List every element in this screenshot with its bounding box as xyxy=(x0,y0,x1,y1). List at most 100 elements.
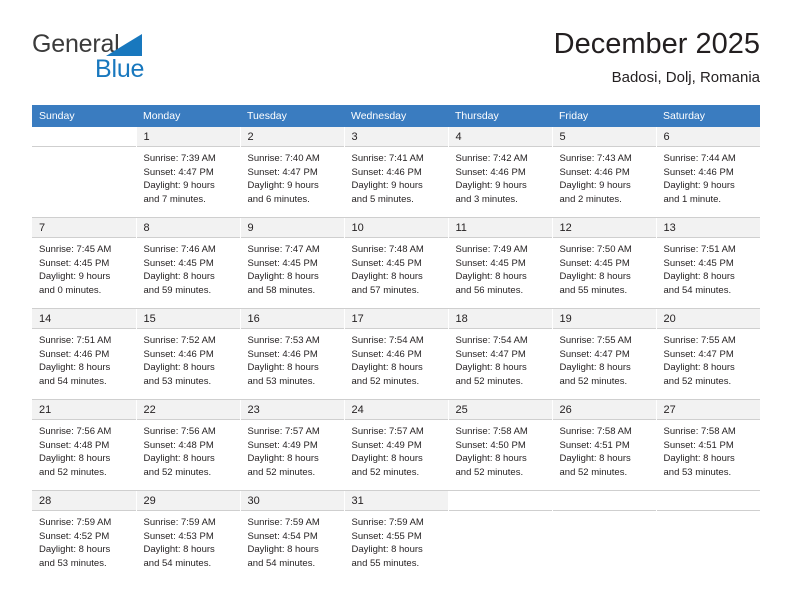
calendar-day-cell[interactable]: 4 Sunrise: 7:42 AM Sunset: 4:46 PM Daylight… xyxy=(448,127,553,217)
day-cell-details xyxy=(552,510,656,516)
sunset-time: Sunset: 4:47 PM xyxy=(247,166,318,178)
sunset-time: Sunset: 4:52 PM xyxy=(39,530,110,542)
calendar-day-cell[interactable]: 24 Sunrise: 7:57 AM Sunset: 4:49 PM Dayligh… xyxy=(344,400,449,490)
sunrise-time: Sunrise: 7:43 AM xyxy=(559,153,632,164)
calendar-day-cell[interactable]: 15 Sunrise: 7:52 AM Sunset: 4:46 PM Dayligh… xyxy=(136,309,241,399)
calendar-day-cell[interactable]: 27 Sunrise: 7:58 AM Sunset: 4:51 PM Dayligh… xyxy=(656,400,760,490)
day-number: 6 xyxy=(656,127,760,146)
day-number: 2 xyxy=(240,127,344,146)
calendar-day-cell[interactable]: 1 Sunrise: 7:39 AM Sunset: 4:47 PM Daylight… xyxy=(136,127,241,217)
day-number: 17 xyxy=(344,309,448,328)
calendar-day-cell[interactable]: 11 Sunrise: 7:49 AM Sunset: 4:45 PM Dayligh… xyxy=(448,218,553,308)
calendar-day-cell[interactable]: 21 Sunrise: 7:56 AM Sunset: 4:48 PM Dayligh… xyxy=(32,400,137,490)
sunrise-time: Sunrise: 7:55 AM xyxy=(663,335,736,346)
weekday-header-sunday: Sunday xyxy=(32,105,136,127)
weekday-header-tuesday: Tuesday xyxy=(240,105,344,127)
day-cell-details: Sunrise: 7:57 AM Sunset: 4:49 PM Daylight:… xyxy=(344,419,448,479)
sunrise-time: Sunrise: 7:58 AM xyxy=(559,426,632,437)
calendar-header-row: Sunday Monday Tuesday Wednesday Thursday… xyxy=(32,105,760,127)
calendar-day-cell-empty xyxy=(448,491,553,581)
title-block: December 2025 Badosi, Dolj, Romania xyxy=(554,26,760,88)
daylight-duration-line2: and 52 minutes. xyxy=(455,375,524,387)
calendar-day-cell[interactable]: 29 Sunrise: 7:59 AM Sunset: 4:53 PM Dayligh… xyxy=(136,491,241,581)
calendar-day-cell[interactable]: 25 Sunrise: 7:58 AM Sunset: 4:50 PM Dayligh… xyxy=(448,400,553,490)
calendar-day-cell[interactable]: 16 Sunrise: 7:53 AM Sunset: 4:46 PM Dayligh… xyxy=(240,309,345,399)
daylight-duration-line1: Daylight: 8 hours xyxy=(143,544,215,556)
day-cell-details: Sunrise: 7:58 AM Sunset: 4:51 PM Daylight:… xyxy=(552,419,656,479)
sunset-time: Sunset: 4:45 PM xyxy=(247,257,318,269)
sunset-time: Sunset: 4:49 PM xyxy=(351,439,422,451)
sunrise-time: Sunrise: 7:47 AM xyxy=(247,244,320,255)
day-cell-details xyxy=(448,510,552,516)
calendar-day-cell[interactable]: 5 Sunrise: 7:43 AM Sunset: 4:46 PM Daylight… xyxy=(552,127,657,217)
daylight-duration-line1: Daylight: 9 hours xyxy=(247,180,319,192)
day-cell-details: Sunrise: 7:55 AM Sunset: 4:47 PM Daylight:… xyxy=(552,328,656,388)
sunrise-time: Sunrise: 7:59 AM xyxy=(39,517,112,528)
day-cell-details: Sunrise: 7:40 AM Sunset: 4:47 PM Daylight:… xyxy=(240,146,344,206)
daylight-duration-line1: Daylight: 8 hours xyxy=(663,271,735,283)
daylight-duration-line2: and 53 minutes. xyxy=(39,557,107,569)
daylight-duration-line2: and 52 minutes. xyxy=(143,466,212,478)
calendar-day-cell[interactable]: 14 Sunrise: 7:51 AM Sunset: 4:46 PM Dayligh… xyxy=(32,309,137,399)
calendar-day-cell[interactable]: 10 Sunrise: 7:48 AM Sunset: 4:45 PM Dayligh… xyxy=(344,218,449,308)
day-number: 10 xyxy=(344,218,448,237)
calendar-day-cell[interactable]: 3 Sunrise: 7:41 AM Sunset: 4:46 PM Daylight… xyxy=(344,127,449,217)
daylight-duration-line1: Daylight: 8 hours xyxy=(39,544,111,556)
daylight-duration-line1: Daylight: 9 hours xyxy=(351,180,423,192)
calendar-week-row: 1 Sunrise: 7:39 AM Sunset: 4:47 PM Daylight… xyxy=(32,127,760,217)
sunrise-time: Sunrise: 7:57 AM xyxy=(247,426,320,437)
day-cell-details xyxy=(32,146,136,152)
calendar-day-cell[interactable]: 12 Sunrise: 7:50 AM Sunset: 4:45 PM Dayligh… xyxy=(552,218,657,308)
daylight-duration-line1: Daylight: 8 hours xyxy=(39,453,111,465)
day-number: 11 xyxy=(448,218,552,237)
general-blue-logo[interactable]: General Blue xyxy=(32,32,212,90)
calendar-day-cell[interactable]: 19 Sunrise: 7:55 AM Sunset: 4:47 PM Dayligh… xyxy=(552,309,657,399)
calendar-day-cell[interactable]: 6 Sunrise: 7:44 AM Sunset: 4:46 PM Daylight… xyxy=(656,127,760,217)
day-cell-details: Sunrise: 7:51 AM Sunset: 4:46 PM Daylight:… xyxy=(32,328,136,388)
daylight-duration-line1: Daylight: 9 hours xyxy=(559,180,631,192)
calendar-table: Sunday Monday Tuesday Wednesday Thursday… xyxy=(32,105,760,581)
calendar-day-cell[interactable]: 7 Sunrise: 7:45 AM Sunset: 4:45 PM Daylight… xyxy=(32,218,137,308)
masthead: General Blue December 2025 Badosi, Dolj,… xyxy=(32,26,760,94)
daylight-duration-line1: Daylight: 9 hours xyxy=(143,180,215,192)
day-cell-details: Sunrise: 7:55 AM Sunset: 4:47 PM Daylight:… xyxy=(656,328,760,388)
calendar-day-cell[interactable]: 22 Sunrise: 7:56 AM Sunset: 4:48 PM Dayligh… xyxy=(136,400,241,490)
day-cell-details: Sunrise: 7:56 AM Sunset: 4:48 PM Daylight:… xyxy=(136,419,240,479)
calendar-day-cell[interactable]: 17 Sunrise: 7:54 AM Sunset: 4:46 PM Dayligh… xyxy=(344,309,449,399)
calendar-day-cell[interactable]: 23 Sunrise: 7:57 AM Sunset: 4:49 PM Dayligh… xyxy=(240,400,345,490)
sunrise-time: Sunrise: 7:40 AM xyxy=(247,153,320,164)
sunset-time: Sunset: 4:45 PM xyxy=(39,257,110,269)
day-cell-details: Sunrise: 7:50 AM Sunset: 4:45 PM Daylight:… xyxy=(552,237,656,297)
calendar-day-cell[interactable]: 13 Sunrise: 7:51 AM Sunset: 4:45 PM Dayligh… xyxy=(656,218,760,308)
weekday-header-saturday: Saturday xyxy=(656,105,760,127)
calendar-body: 1 Sunrise: 7:39 AM Sunset: 4:47 PM Daylight… xyxy=(32,127,760,581)
day-number: 9 xyxy=(240,218,344,237)
page-subtitle-location: Badosi, Dolj, Romania xyxy=(611,69,760,87)
logo-triangle-icon xyxy=(106,34,142,56)
day-number: 20 xyxy=(656,309,760,328)
day-cell-details: Sunrise: 7:54 AM Sunset: 4:47 PM Daylight:… xyxy=(448,328,552,388)
sunset-time: Sunset: 4:46 PM xyxy=(143,348,214,360)
sunset-time: Sunset: 4:47 PM xyxy=(663,348,734,360)
daylight-duration-line2: and 53 minutes. xyxy=(143,375,212,387)
calendar-day-cell[interactable]: 30 Sunrise: 7:59 AM Sunset: 4:54 PM Dayligh… xyxy=(240,491,345,581)
day-number: 21 xyxy=(32,400,136,419)
calendar-day-cell[interactable]: 28 Sunrise: 7:59 AM Sunset: 4:52 PM Dayligh… xyxy=(32,491,137,581)
calendar-day-cell[interactable]: 18 Sunrise: 7:54 AM Sunset: 4:47 PM Dayligh… xyxy=(448,309,553,399)
calendar-day-cell-empty xyxy=(552,491,657,581)
day-number xyxy=(32,127,136,146)
day-number xyxy=(448,491,552,510)
day-cell-details: Sunrise: 7:56 AM Sunset: 4:48 PM Daylight:… xyxy=(32,419,136,479)
daylight-duration-line1: Daylight: 8 hours xyxy=(455,362,527,374)
calendar-day-cell[interactable]: 2 Sunrise: 7:40 AM Sunset: 4:47 PM Daylight… xyxy=(240,127,345,217)
calendar-day-cell[interactable]: 8 Sunrise: 7:46 AM Sunset: 4:45 PM Daylight… xyxy=(136,218,241,308)
day-number: 15 xyxy=(136,309,240,328)
calendar-day-cell[interactable]: 31 Sunrise: 7:59 AM Sunset: 4:55 PM Dayligh… xyxy=(344,491,449,581)
day-cell-details: Sunrise: 7:41 AM Sunset: 4:46 PM Daylight:… xyxy=(344,146,448,206)
day-number: 1 xyxy=(136,127,240,146)
sunrise-time: Sunrise: 7:59 AM xyxy=(351,517,424,528)
calendar-day-cell[interactable]: 26 Sunrise: 7:58 AM Sunset: 4:51 PM Dayligh… xyxy=(552,400,657,490)
sunrise-time: Sunrise: 7:58 AM xyxy=(455,426,528,437)
calendar-day-cell[interactable]: 9 Sunrise: 7:47 AM Sunset: 4:45 PM Daylight… xyxy=(240,218,345,308)
calendar-day-cell[interactable]: 20 Sunrise: 7:55 AM Sunset: 4:47 PM Dayligh… xyxy=(656,309,760,399)
